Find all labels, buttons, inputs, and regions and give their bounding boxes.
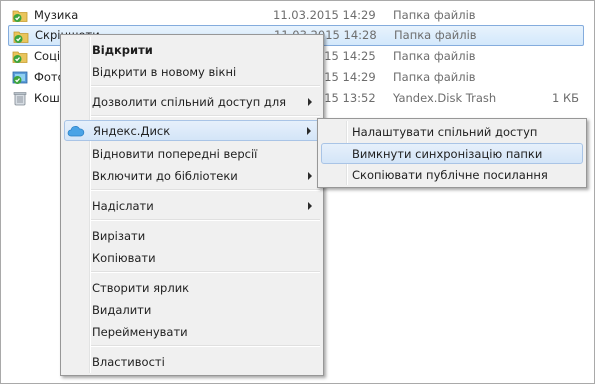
menu-separator [91,345,320,347]
file-name: Кош [34,91,60,105]
file-name: Музика [34,8,79,22]
menu-item-send-to[interactable]: Надіслати [64,195,320,216]
menu-item-label: Властивості [92,355,165,369]
menu-item-open-new-window[interactable]: Відкрити в новому вікні [64,61,320,82]
menu-item-label: Вирізати [92,229,146,243]
menu-item-label: Копіювати [92,251,156,265]
menu-item-label: Видалити [92,303,152,317]
menu-item-label: Відкрити [92,43,153,57]
menu-item-restore-previous[interactable]: Відновити попередні версії [64,143,320,164]
menu-separator [91,85,320,87]
menu-item-delete[interactable]: Видалити [64,299,320,320]
file-type: Yandex.Disk Trash [393,91,497,105]
file-name: Соці [34,49,61,63]
menu-separator [91,219,320,221]
menu-item-label: Створити ярлик [92,281,190,295]
submenu-item-disable-sync[interactable]: Вимкнути синхронізацію папки [321,143,583,164]
synced-photo-folder-icon [12,71,28,84]
yandex-disk-cloud-icon [67,126,85,137]
menu-item-rename[interactable]: Перейменувати [64,321,320,342]
submenu-arrow-icon [307,127,311,135]
file-size: 1 КБ [551,91,579,105]
submenu-arrow-icon [308,202,312,210]
menu-item-cut[interactable]: Вирізати [64,225,320,246]
menu-item-include-library[interactable]: Включити до бібліотеки [64,165,320,186]
menu-item-copy[interactable]: Копіювати [64,247,320,268]
menu-separator [91,115,320,117]
file-type: Папка файлів [393,70,476,84]
file-type: Папка файлів [393,8,476,22]
synced-folder-icon [12,51,28,63]
menu-separator [91,189,320,191]
menu-item-label: Відкрити в новому вікні [92,65,237,79]
menu-item-properties[interactable]: Властивості [64,351,320,372]
menu-item-label: Включити до бібліотеки [92,169,238,183]
menu-item-label: Налаштувати спільний доступ [352,125,538,139]
yandex-disk-submenu: Налаштувати спільний доступ Вимкнути син… [317,118,587,188]
submenu-item-configure-sharing[interactable]: Налаштувати спільний доступ [321,121,583,142]
file-type: Папка файлів [394,28,477,42]
menu-separator [91,271,320,273]
trash-icon [13,92,27,106]
file-row-music[interactable]: Музика 11.03.2015 14:29 Папка файлів [9,5,583,25]
synced-folder-icon [13,31,29,43]
menu-item-create-shortcut[interactable]: Створити ярлик [64,277,320,298]
submenu-arrow-icon [308,172,312,180]
menu-item-label: Скопіювати публічне посилання [352,168,548,182]
submenu-item-copy-public-link[interactable]: Скопіювати публічне посилання [321,164,583,185]
menu-item-label: Надіслати [92,199,154,213]
menu-item-label: Перейменувати [92,325,188,339]
context-menu: Відкрити Відкрити в новому вікні Дозволи… [60,34,324,376]
menu-item-label: Відновити попередні версії [92,147,258,161]
submenu-arrow-icon [308,98,312,106]
menu-item-open[interactable]: Відкрити [64,39,320,60]
menu-item-yandex-disk[interactable]: Яндекс.Диск [64,120,320,141]
explorer-window: Музика 11.03.2015 14:29 Папка файлів Скр… [0,0,595,384]
file-type: Папка файлів [393,49,476,63]
synced-folder-icon [12,10,28,22]
menu-item-label: Яндекс.Диск [93,124,171,138]
file-date: 11.03.2015 14:29 [273,8,376,22]
menu-item-label: Дозволити спільний доступ для [92,95,287,109]
menu-item-share-with[interactable]: Дозволити спільний доступ для [64,91,320,112]
menu-item-label: Вимкнути синхронізацію папки [352,147,543,161]
